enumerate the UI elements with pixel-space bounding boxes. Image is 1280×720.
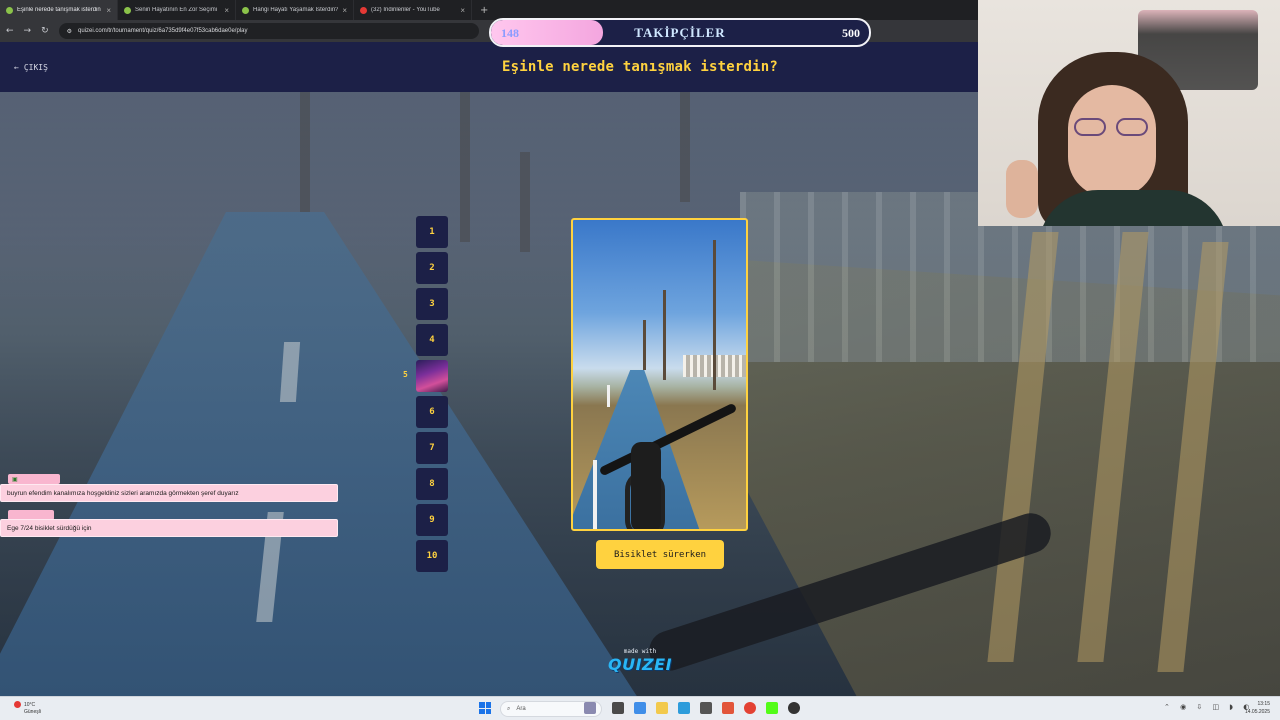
weather-temp: 10°C: [24, 701, 36, 708]
file-explorer-icon[interactable]: [656, 702, 668, 714]
search-placeholder: Ara: [516, 706, 526, 712]
browser-tab-bar: Eşinle nerede tanışmak isterdin × Senin …: [0, 0, 978, 20]
followers-goal: 500: [842, 26, 860, 40]
clock-date: 14.05.2025: [1244, 709, 1270, 715]
weather-desc: Güneşli: [24, 708, 41, 715]
edge-icon[interactable]: [634, 702, 646, 714]
search-icon: ⌕: [507, 705, 511, 712]
close-tab-icon[interactable]: ×: [106, 6, 111, 15]
new-tab-button[interactable]: +: [472, 5, 488, 16]
current-rank-indicator: 5: [403, 370, 408, 379]
chat-text: buyrun efendim kanalımıza hoşgeldiniz si…: [0, 484, 338, 502]
brand-logo: QUIZEI: [607, 655, 673, 674]
site-favicon-icon: [124, 6, 131, 14]
clock-time: 13:15: [1257, 701, 1270, 707]
rank-slot[interactable]: 9: [416, 504, 448, 536]
url-text: quizei.com/tr/tournament/quiz/6a735d9f4e…: [78, 28, 248, 34]
forward-button[interactable]: →: [24, 26, 32, 36]
option-card-image[interactable]: [571, 218, 748, 531]
taskbar: 10°C Güneşli ⌕ Ara ⌃ ◉ ⇩ ◫ ◗ ◐ 13:15 14.…: [0, 696, 1280, 720]
app-icon[interactable]: [722, 702, 734, 714]
browser-tab[interactable]: Eşinle nerede tanışmak isterdin ×: [0, 0, 118, 20]
rank-slot[interactable]: 1: [416, 216, 448, 248]
rank-slot[interactable]: 2: [416, 252, 448, 284]
rank-slot[interactable]: 3: [416, 288, 448, 320]
rank-slot[interactable]: 6: [416, 396, 448, 428]
tab-title: (32) İndirilenler - YouTube: [371, 7, 440, 13]
chat-username-badge: ▣: [8, 474, 60, 484]
url-input[interactable]: ⚙ quizei.com/tr/tournament/quiz/6a735d9f…: [58, 23, 479, 39]
badge-icon: ▣: [12, 476, 18, 483]
clock[interactable]: 13:15 14.05.2025: [1245, 700, 1270, 716]
site-favicon-icon: [242, 6, 249, 14]
store-icon[interactable]: [678, 702, 690, 714]
webcam-overlay: [978, 0, 1280, 226]
weather-widget[interactable]: 10°C Güneşli: [14, 701, 41, 716]
close-tab-icon[interactable]: ×: [224, 6, 229, 15]
rank-slot[interactable]: 8: [416, 468, 448, 500]
rank-slot[interactable]: 4: [416, 324, 448, 356]
windows-start-icon[interactable]: [479, 702, 491, 714]
back-button[interactable]: ←: [6, 26, 14, 36]
tab-title: Eşinle nerede tanışmak isterdin: [17, 7, 101, 13]
followers-goal-bar: 148 TAKİPÇİLER 500: [489, 18, 871, 47]
answer-button[interactable]: Bisiklet sürerken: [596, 540, 724, 569]
widgets-icon[interactable]: [584, 702, 596, 714]
followers-label: TAKİPÇİLER: [634, 25, 726, 40]
system-tray-icons[interactable]: ⌃ ◉ ⇩ ◫ ◗ ◐: [1164, 703, 1253, 711]
chrome-icon[interactable]: [744, 702, 756, 714]
task-view-icon[interactable]: [612, 702, 624, 714]
browser-tab[interactable]: Senin Hayatının En Zor Seçimi ×: [118, 0, 236, 20]
rank-slot[interactable]: 10: [416, 540, 448, 572]
made-with-logo[interactable]: made with QUIZEI: [600, 648, 680, 674]
close-tab-icon[interactable]: ×: [342, 6, 347, 15]
weather-alert-icon: [14, 701, 21, 708]
reload-button[interactable]: ↻: [41, 26, 49, 36]
browser-tab[interactable]: (32) İndirilenler - YouTube ×: [354, 0, 472, 20]
kick-icon[interactable]: [766, 702, 778, 714]
chat-text: Ege 7/24 bisiklet sürdüğü için: [0, 519, 338, 537]
site-favicon-icon: [6, 6, 13, 14]
rank-slot[interactable]: 7: [416, 432, 448, 464]
tab-title: Hangi Hayatı Yaşamak İsterdin?: [253, 7, 339, 13]
tab-title: Senin Hayatının En Zor Seçimi: [135, 7, 218, 13]
app-icon[interactable]: [700, 702, 712, 714]
obs-icon[interactable]: [788, 702, 800, 714]
made-with-text: made with: [623, 648, 657, 655]
site-info-icon[interactable]: ⚙: [67, 28, 72, 35]
rank-slot-thumbnail[interactable]: [416, 360, 448, 392]
browser-tab[interactable]: Hangi Hayatı Yaşamak İsterdin? ×: [236, 0, 354, 20]
close-tab-icon[interactable]: ×: [460, 6, 465, 15]
youtube-favicon-icon: [360, 6, 367, 14]
